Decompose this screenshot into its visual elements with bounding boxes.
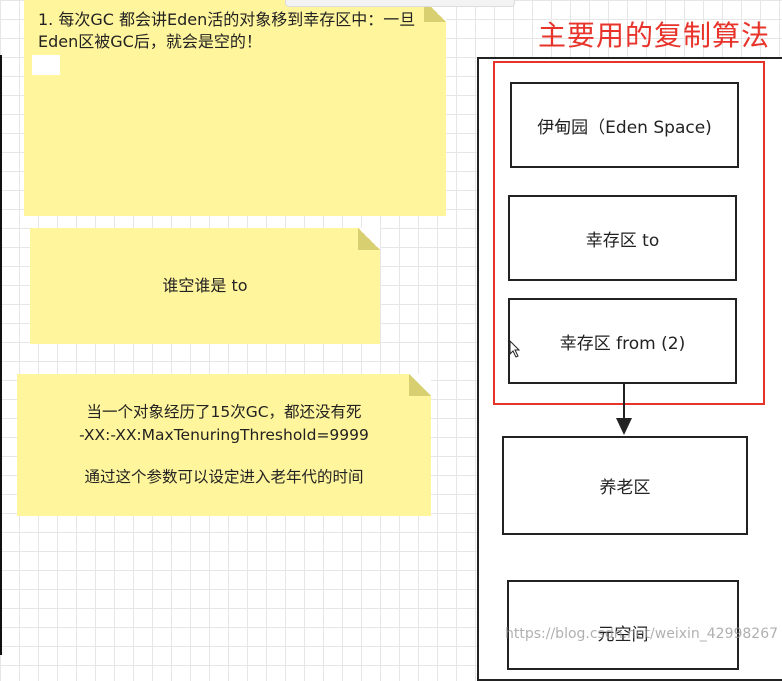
eden-space-box[interactable]: 伊甸园（Eden Space) [510,82,739,168]
note-text-line-2: -XX:-XX:MaxTenuringThreshold=9999 [79,425,369,444]
survivor-to-label: 幸存区 to [585,230,660,251]
note-text-line-3: 通过这个参数可以设定进入老年代的时间 [84,468,364,487]
note-fold-corner [358,228,380,250]
note-text-line-1: 当一个对象经历了15次GC，都还没有死 [86,403,362,422]
sticky-note-to[interactable]: 谁空谁是 to [30,228,380,344]
tab-strip [285,0,515,7]
sticky-note-eden-gc[interactable]: 1. 每次GC 都会讲Eden活的对象移到幸存区中：一旦Eden区被GC后，就会… [24,0,446,216]
watermark-text: https://blog.csdn.net/weixin_42998267 [505,626,779,642]
eden-label: 伊甸园（Eden Space) [537,117,712,138]
survivor-to-box[interactable]: 幸存区 to [508,195,737,281]
survivor-from-label: 幸存区 from (2) [559,333,686,354]
note-fold-corner [409,374,431,396]
cursor-box [32,55,60,75]
old-generation-box[interactable]: 养老区 [502,436,748,535]
mouse-cursor-icon [509,340,521,358]
sticky-note-tenuring[interactable]: 当一个对象经历了15次GC，都还没有死 -XX:-XX:MaxTenuringT… [17,374,431,516]
note-text: 谁空谁是 to [162,275,248,295]
arrow-down-icon [616,382,632,435]
survivor-from-box[interactable]: 幸存区 from (2) [508,298,737,384]
note-text: 1. 每次GC 都会讲Eden活的对象移到幸存区中：一旦Eden区被GC后，就会… [38,10,416,52]
left-border-line [0,55,2,655]
metaspace-box[interactable]: 元空间 [507,580,739,670]
old-gen-label: 养老区 [599,478,651,498]
annotation-copy-algorithm: 主要用的复制算法 [538,19,771,52]
